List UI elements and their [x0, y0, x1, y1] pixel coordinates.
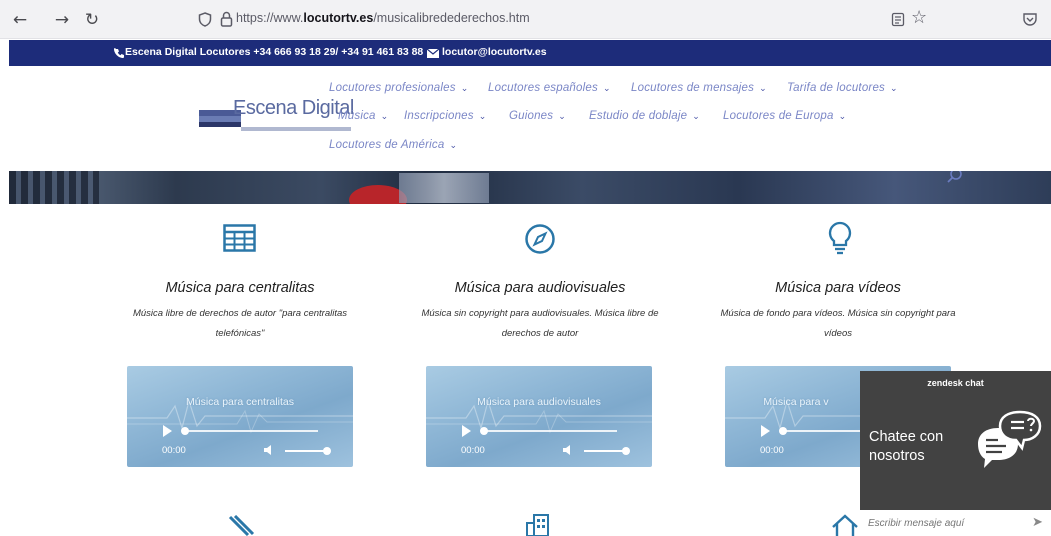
- hero-banner: [9, 171, 1051, 204]
- col-title-centralitas: Música para centralitas: [165, 280, 315, 296]
- send-icon[interactable]: ➤: [1032, 515, 1043, 530]
- phone-icon: [114, 48, 124, 58]
- site-header: Escena Digital Locutores profesionales ⌄ …: [9, 66, 1051, 171]
- progress-handle[interactable]: [480, 427, 488, 435]
- volume-icon[interactable]: [264, 445, 276, 455]
- chat-input-area: ➤: [860, 510, 1051, 536]
- shield-icon[interactable]: [198, 12, 212, 27]
- zendesk-chat-widget[interactable]: zendesk chat Chatee con nosotros ➤: [860, 371, 1051, 536]
- lightbulb-icon: [828, 221, 852, 255]
- progress-handle[interactable]: [181, 427, 189, 435]
- volume-handle[interactable]: [622, 447, 630, 455]
- col-title-videos: Música para vídeos: [775, 280, 901, 296]
- player-time: 00:00: [760, 445, 784, 456]
- back-arrow-icon[interactable]: ←: [9, 9, 31, 31]
- player-time: 00:00: [461, 445, 485, 456]
- contact-phone-text: Escena Digital Locutores +34 666 93 18 2…: [125, 46, 424, 58]
- chevron-down-icon: ⌄: [692, 111, 700, 121]
- progress-track[interactable]: [184, 430, 318, 432]
- forward-arrow-icon[interactable]: →: [51, 9, 73, 31]
- envelope-icon: [427, 49, 439, 58]
- logo-text: Escena Digital: [233, 97, 354, 119]
- reload-icon[interactable]: ↻: [81, 9, 103, 31]
- play-icon[interactable]: [462, 425, 471, 437]
- chevron-down-icon: ⌄: [449, 140, 458, 150]
- chevron-down-icon: ⌄: [838, 111, 847, 121]
- player-title: Música para audiovisuales: [477, 396, 601, 408]
- menu-guiones[interactable]: Guiones ⌄: [509, 110, 566, 122]
- chevron-down-icon: ⌄: [602, 83, 611, 93]
- menu-tarifa-de-locutores[interactable]: Tarifa de locutores ⌄: [787, 82, 898, 94]
- pocket-icon[interactable]: [1022, 11, 1038, 27]
- col-title-audiovisuales: Música para audiovisuales: [454, 280, 626, 296]
- play-icon[interactable]: [761, 425, 770, 437]
- menu-locutores-de-america[interactable]: Locutores de América ⌄: [329, 139, 457, 151]
- house-icon: [832, 514, 858, 536]
- player-title: Música para centralitas: [186, 396, 294, 408]
- col-desc-videos: Música de fondo para vídeos. Música sin …: [720, 308, 956, 339]
- chevron-down-icon: ⌄: [380, 111, 389, 121]
- browser-toolbar: ← → ↻ https://www.locutortv.es/musicalib…: [0, 0, 1051, 39]
- building-icon: [526, 514, 549, 536]
- play-icon[interactable]: [163, 425, 172, 437]
- volume-track[interactable]: [584, 450, 624, 452]
- compass-icon: [525, 224, 555, 254]
- chevron-down-icon: ⌄: [558, 111, 566, 121]
- contact-email-link[interactable]: locutor@locutortv.es: [442, 46, 547, 58]
- audio-player-centralitas[interactable]: Música para centralitas 00:00: [127, 366, 353, 467]
- paperclip-icon: [228, 515, 255, 536]
- col-desc-centralitas: Música libre de derechos de autor "para …: [132, 308, 348, 339]
- lock-icon[interactable]: [220, 11, 233, 27]
- menu-locutores-de-mensajes[interactable]: Locutores de mensajes ⌄: [631, 82, 767, 94]
- top-info-bar: Escena Digital Locutores +34 666 93 18 2…: [9, 40, 1051, 66]
- menu-estudio-de-doblaje[interactable]: Estudio de doblaje ⌄: [589, 110, 700, 122]
- menu-locutores-espanoles[interactable]: Locutores españoles ⌄: [488, 82, 611, 94]
- url-text[interactable]: https://www.locutortv.es/musicalibredede…: [236, 11, 530, 25]
- chevron-down-icon: ⌄: [889, 83, 898, 93]
- chevron-down-icon: ⌄: [460, 83, 469, 93]
- table-icon: [223, 224, 256, 252]
- chat-greeting: Chatee con nosotros: [869, 429, 944, 464]
- chevron-down-icon: ⌄: [478, 111, 487, 121]
- menu-locutores-profesionales[interactable]: Locutores profesionales ⌄: [329, 82, 468, 94]
- audio-player-audiovisuales[interactable]: Música para audiovisuales 00:00: [426, 366, 652, 467]
- volume-icon[interactable]: [563, 445, 575, 455]
- chevron-down-icon: ⌄: [759, 83, 767, 93]
- chat-bubbles-icon: [978, 410, 1042, 468]
- menu-musica[interactable]: Música ⌄: [338, 110, 388, 122]
- volume-handle[interactable]: [323, 447, 331, 455]
- bookmark-star-icon[interactable]: ☆: [911, 7, 927, 28]
- chat-header[interactable]: zendesk chat: [860, 371, 1051, 395]
- chat-message-input[interactable]: [868, 514, 1018, 532]
- menu-locutores-de-europa[interactable]: Locutores de Europa ⌄: [723, 110, 846, 122]
- menu-inscripciones[interactable]: Inscripciones ⌄: [404, 110, 486, 122]
- address-bar[interactable]: https://www.locutortv.es/musicalibredede…: [186, 5, 938, 33]
- site-logo[interactable]: Escena Digital: [199, 97, 359, 131]
- col-desc-audiovisuales: Música sin copyright para audiovisuales.…: [421, 308, 659, 339]
- player-time: 00:00: [162, 445, 186, 456]
- progress-track[interactable]: [483, 430, 617, 432]
- search-icon[interactable]: [946, 171, 964, 185]
- volume-track[interactable]: [285, 450, 325, 452]
- progress-handle[interactable]: [779, 427, 787, 435]
- reader-view-icon[interactable]: [891, 12, 905, 27]
